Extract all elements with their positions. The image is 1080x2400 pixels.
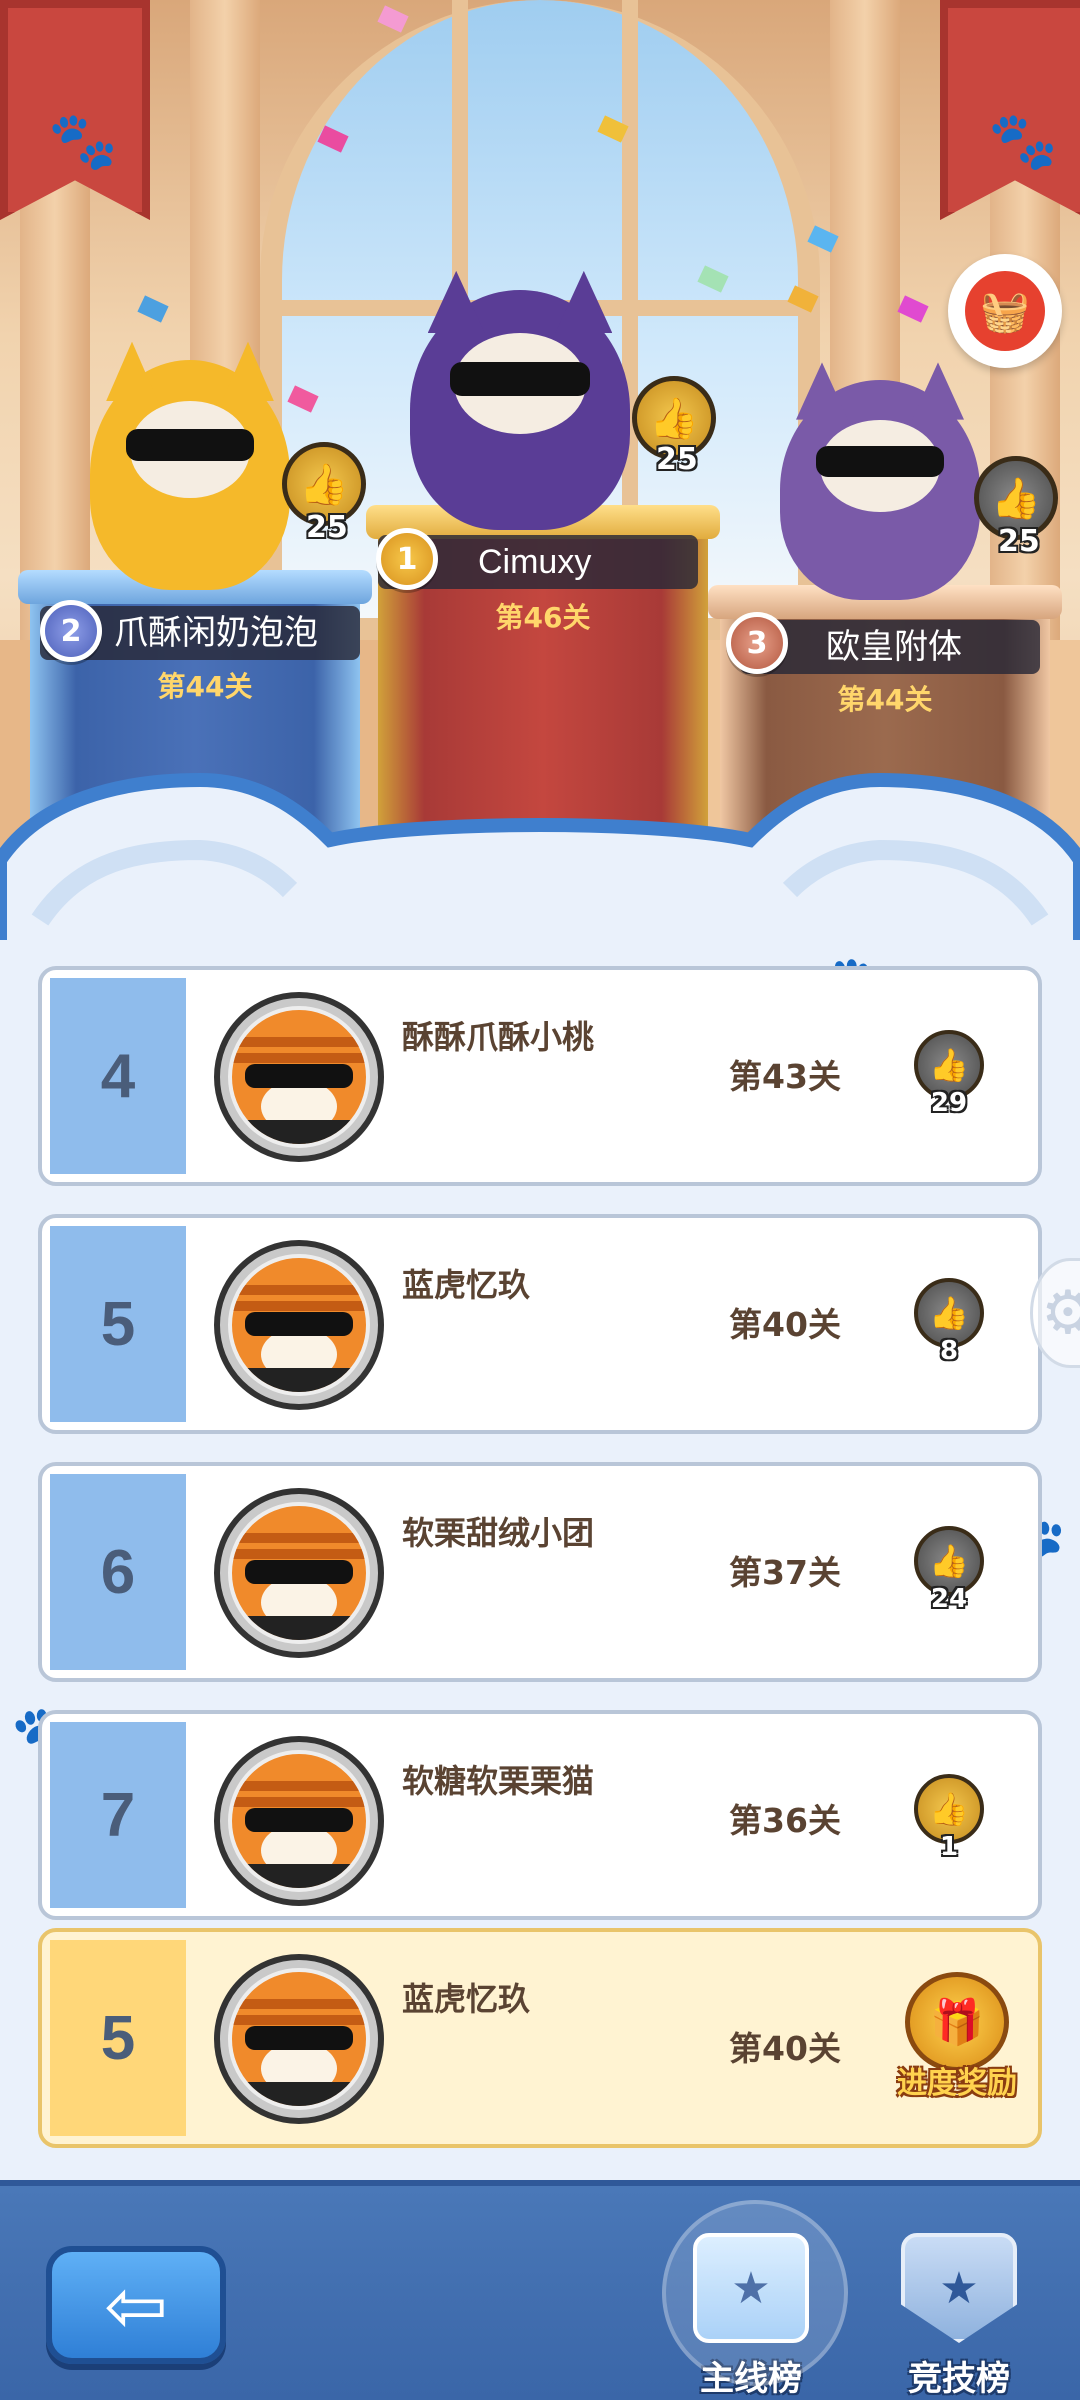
rank-number: 5	[50, 1940, 186, 2136]
like-count: 25	[998, 524, 1040, 559]
progress-reward-label: 进度奖励	[897, 2066, 1017, 2101]
podium-first-level: 第46关	[495, 601, 591, 634]
player-name: 软栗甜绒小团	[402, 1514, 595, 1552]
arrow-left-icon: ⇦	[104, 2260, 168, 2350]
list-item[interactable]: 7 软糖软栗栗猫 第36关 👍 1	[38, 1710, 1042, 1920]
rank-number: 7	[50, 1722, 186, 1908]
rank-number: 5	[50, 1226, 186, 1422]
player-name: 酥酥爪酥小桃	[402, 1018, 595, 1056]
player-level: 第40关	[729, 1305, 841, 1344]
player-level: 第37关	[729, 1553, 841, 1592]
podium-third-level: 第44关	[837, 683, 933, 716]
my-rank-row[interactable]: 5 蓝虎忆玖 第40关 🎁 进度奖励	[38, 1928, 1042, 2148]
player-level: 第36关	[729, 1801, 841, 1840]
like-count: 25	[306, 510, 348, 545]
rank-medal-second: 2	[40, 600, 102, 662]
player-avatar[interactable]	[214, 1954, 384, 2124]
player-level: 第43关	[729, 1057, 841, 1096]
player-avatar[interactable]	[214, 1488, 384, 1658]
player-avatar[interactable]	[214, 1240, 384, 1410]
shield-star-icon: ★	[901, 2233, 1017, 2343]
list-item[interactable]: 5 蓝虎忆玖 第40关 👍 8	[38, 1214, 1042, 1434]
tab-arena-ranking[interactable]: ★ 竞技榜	[874, 2210, 1044, 2400]
cat-third-avatar[interactable]	[780, 362, 980, 600]
basket-icon: 🧺	[965, 271, 1045, 351]
player-name: 蓝虎忆玖	[402, 1980, 531, 2018]
cat-panel-head	[0, 772, 1080, 957]
rank-medal-third: 3	[726, 612, 788, 674]
tab-arena-label: 竞技榜	[908, 2359, 1010, 2399]
list-item[interactable]: 6 软栗甜绒小团 第37关 👍 24	[38, 1462, 1042, 1682]
like-count: 29	[930, 1088, 968, 1118]
like-count: 25	[656, 442, 698, 477]
back-button[interactable]: ⇦	[46, 2246, 226, 2364]
like-count: 8	[939, 1336, 959, 1366]
cat-second-avatar[interactable]	[90, 341, 290, 590]
progress-reward-button[interactable]: 🎁 进度奖励	[887, 1972, 1027, 2122]
like-count: 1	[939, 1832, 959, 1862]
podium-icon: ★	[693, 2233, 809, 2343]
cat-first-avatar[interactable]	[410, 270, 630, 530]
like-count: 24	[930, 1584, 968, 1614]
player-level: 第40关	[729, 2029, 841, 2068]
tab-main-ranking[interactable]: ★ 主线榜	[662, 2200, 848, 2400]
player-name: 软糖软栗栗猫	[402, 1762, 595, 1800]
player-name: 蓝虎忆玖	[402, 1266, 531, 1304]
player-avatar[interactable]	[214, 1736, 384, 1906]
rank-number: 6	[50, 1474, 186, 1670]
tab-main-label: 主线榜	[700, 2359, 802, 2399]
rank-number: 4	[50, 978, 186, 1174]
player-avatar[interactable]	[214, 992, 384, 1162]
list-item[interactable]: 4 酥酥爪酥小桃 第43关 👍 29	[38, 966, 1042, 1186]
treasure-chest-icon: 🎁	[905, 1972, 1009, 2072]
rank-medal-first: 1	[376, 528, 438, 590]
shop-basket-button[interactable]: 🧺	[948, 254, 1062, 368]
bottom-nav-bar: ⇦ ★ 主线榜 ★ 竞技榜	[0, 2180, 1080, 2400]
podium-second-level: 第44关	[157, 670, 253, 703]
